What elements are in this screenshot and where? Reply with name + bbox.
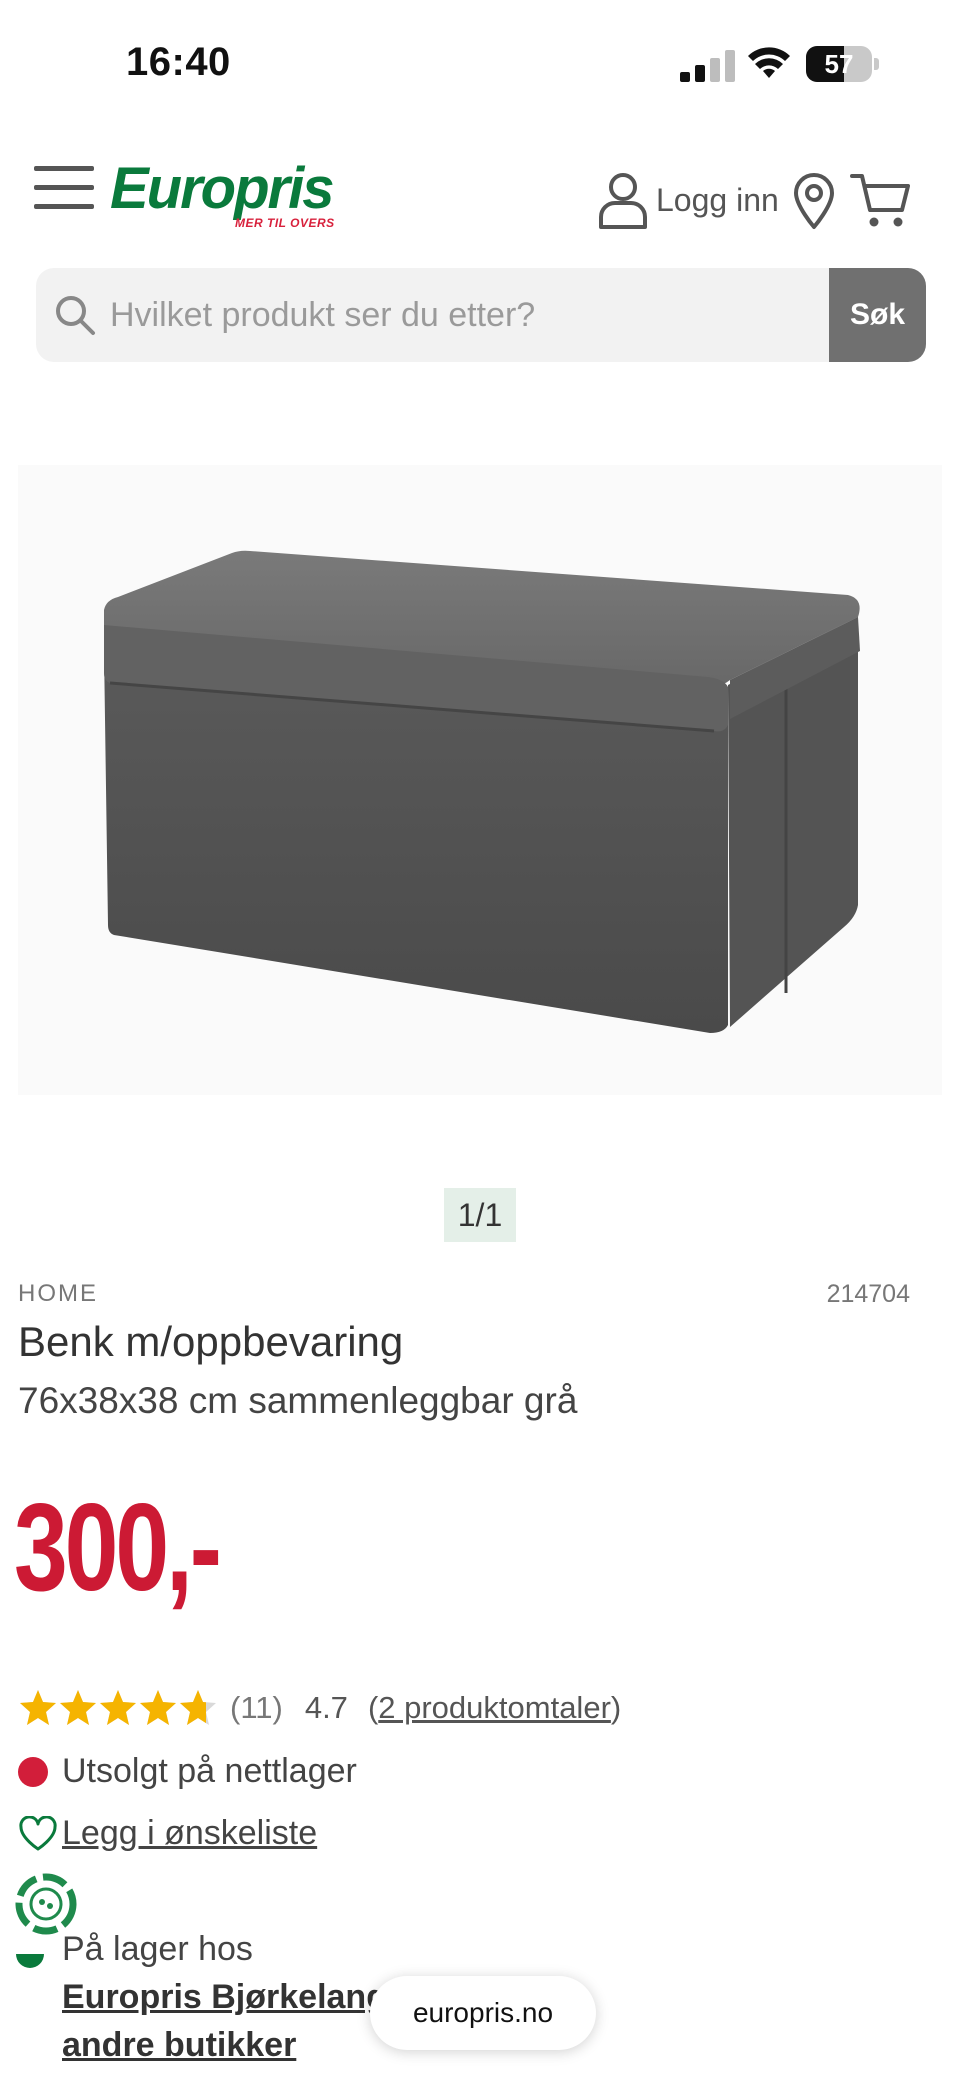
user-icon	[599, 173, 647, 229]
star-icon	[180, 1690, 216, 1725]
in-stock-dot-icon	[16, 1954, 44, 1968]
logo-text: Europris	[110, 156, 335, 221]
wishlist-label[interactable]: Legg i ønskeliste	[62, 1814, 317, 1853]
search-icon	[56, 296, 95, 335]
reviews-link[interactable]: (2 produktomtaler)	[368, 1690, 621, 1726]
store-label: På lager hos	[62, 1930, 253, 1968]
rating-value: 4.7	[304, 1690, 348, 1725]
search-input[interactable]	[110, 268, 850, 362]
battery-icon: 57	[806, 46, 879, 82]
reviews-link-text[interactable]: 2 produktomtaler	[378, 1690, 611, 1725]
star-icon	[140, 1690, 176, 1725]
out-of-stock-dot-icon	[18, 1756, 48, 1787]
product-brand[interactable]: HOME	[18, 1280, 98, 1308]
menu-icon[interactable]	[34, 166, 94, 210]
star-icon	[20, 1690, 56, 1725]
login-button[interactable]: Logg inn	[596, 170, 779, 230]
eco-badge-icon[interactable]	[14, 1872, 78, 1936]
product-image[interactable]	[18, 465, 942, 1095]
online-stock-status: Utsolgt på nettlager	[18, 1752, 357, 1791]
logo-tagline: MER TIL OVERS	[235, 216, 335, 230]
product-sku: 214704	[826, 1280, 910, 1308]
browser-url-bar[interactable]: europris.no	[370, 1976, 596, 2050]
signal-icon	[680, 50, 735, 82]
storage-bench-image	[104, 550, 860, 1033]
search-button[interactable]: Søk	[829, 268, 926, 362]
product-subtitle: 76x38x38 cm sammenleggbar grå	[18, 1380, 578, 1421]
heart-icon	[19, 1815, 57, 1850]
wifi-icon	[748, 47, 790, 78]
star-icon	[60, 1690, 96, 1725]
product-title: Benk m/oppbevaring	[18, 1318, 404, 1365]
rating-row: (11) 4.7 (2 produktomtaler)	[18, 1686, 621, 1730]
status-time: 16:40	[126, 40, 231, 84]
product-price: 300,-	[14, 1479, 222, 1617]
star-icon	[100, 1690, 136, 1725]
cart-icon[interactable]	[850, 172, 912, 230]
online-stock-text: Utsolgt på nettlager	[62, 1752, 357, 1790]
search-bar: Søk	[36, 268, 926, 362]
other-stores-link[interactable]: andre butikker	[62, 2026, 296, 2065]
rating-stars	[18, 1688, 218, 1728]
login-label: Logg inn	[656, 181, 779, 218]
battery-level: 57	[824, 49, 854, 79]
wishlist-button[interactable]: Legg i ønskeliste	[18, 1814, 317, 1853]
image-pager: 1/1	[444, 1188, 516, 1242]
rating-count: (11)	[230, 1690, 283, 1725]
location-icon[interactable]	[790, 172, 838, 230]
europris-logo[interactable]: Europris MER TIL OVERS	[110, 156, 335, 236]
status-bar: 16:40 57	[0, 0, 960, 130]
